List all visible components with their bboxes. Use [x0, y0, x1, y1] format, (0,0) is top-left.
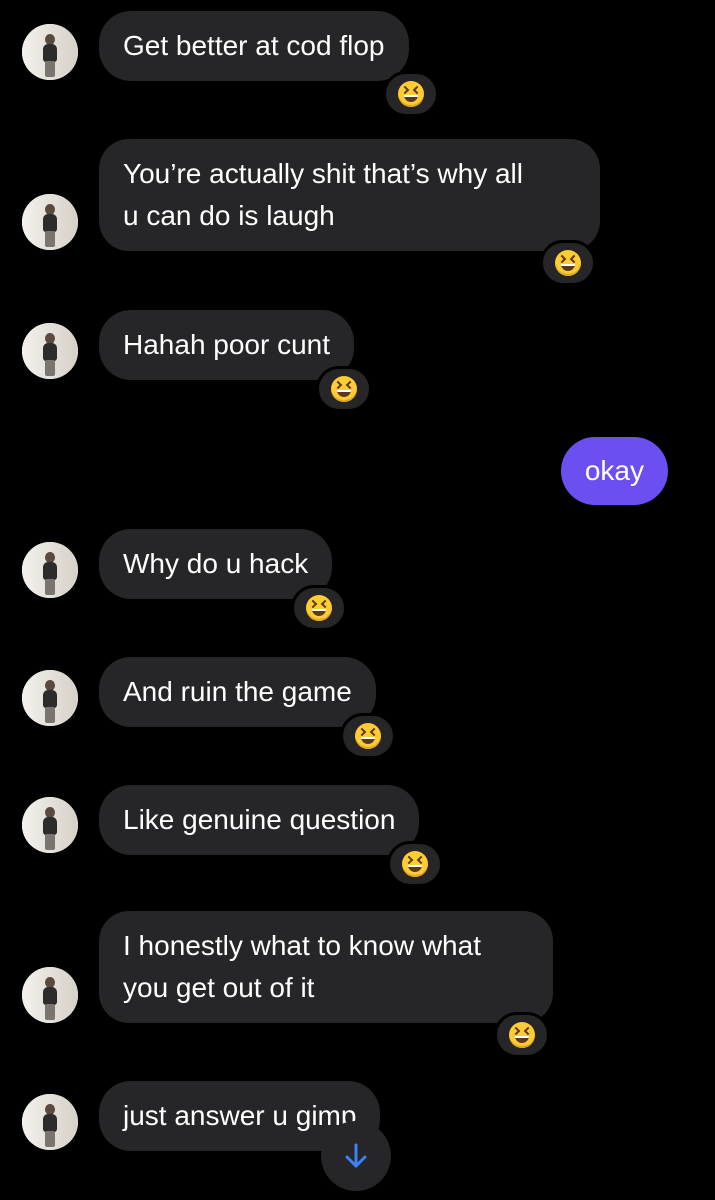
incoming-message[interactable]: Why do u hack	[99, 529, 333, 599]
arrow-down-icon	[345, 1143, 367, 1168]
laughing-emoji-reaction[interactable]	[316, 366, 372, 412]
laughing-emoji-icon	[398, 81, 424, 107]
contact-avatar[interactable]	[22, 323, 78, 379]
laughing-emoji-icon	[402, 851, 428, 877]
laughing-emoji-reaction[interactable]	[383, 71, 439, 117]
contact-avatar[interactable]	[22, 194, 78, 250]
contact-avatar[interactable]	[22, 24, 78, 80]
message-text: just answer u gimp	[123, 1100, 357, 1131]
laughing-emoji-icon	[306, 595, 332, 621]
message-text: And ruin the game	[123, 676, 352, 707]
message-text: Get better at cod flop	[123, 30, 385, 61]
contact-avatar[interactable]	[22, 967, 78, 1023]
message-text: Why do u hack	[123, 548, 309, 579]
laughing-emoji-icon	[331, 376, 357, 402]
contact-avatar[interactable]	[22, 1094, 78, 1150]
incoming-message[interactable]: And ruin the game	[99, 657, 376, 727]
scroll-to-bottom-button[interactable]	[321, 1121, 391, 1191]
laughing-emoji-reaction[interactable]	[291, 585, 347, 631]
message-text-line: you get out of it	[123, 972, 315, 1003]
message-text: okay	[584, 455, 644, 486]
incoming-message[interactable]: You’re actually shit that’s why all u ca…	[99, 139, 600, 251]
contact-avatar[interactable]	[22, 542, 78, 598]
outgoing-message[interactable]: okay	[560, 437, 668, 505]
message-text-line: You’re actually shit that’s why all	[123, 158, 523, 189]
laughing-emoji-icon	[355, 723, 381, 749]
incoming-message[interactable]: Hahah poor cunt	[99, 310, 355, 380]
contact-avatar[interactable]	[22, 797, 78, 853]
laughing-emoji-reaction[interactable]	[340, 713, 396, 759]
incoming-message[interactable]: Like genuine question	[99, 785, 420, 855]
laughing-emoji-reaction[interactable]	[540, 240, 596, 286]
laughing-emoji-reaction[interactable]	[387, 841, 443, 887]
message-text: Hahah poor cunt	[123, 329, 331, 360]
laughing-emoji-icon	[509, 1022, 535, 1048]
incoming-message[interactable]: Get better at cod flop	[99, 11, 409, 81]
laughing-emoji-icon	[555, 250, 581, 276]
message-text-line: u can do is laugh	[123, 200, 335, 231]
message-text: Like genuine question	[123, 804, 396, 835]
incoming-message[interactable]: I honestly what to know what you get out…	[99, 911, 553, 1023]
contact-avatar[interactable]	[22, 670, 78, 726]
message-text-line: I honestly what to know what	[123, 930, 481, 961]
laughing-emoji-reaction[interactable]	[494, 1012, 550, 1058]
